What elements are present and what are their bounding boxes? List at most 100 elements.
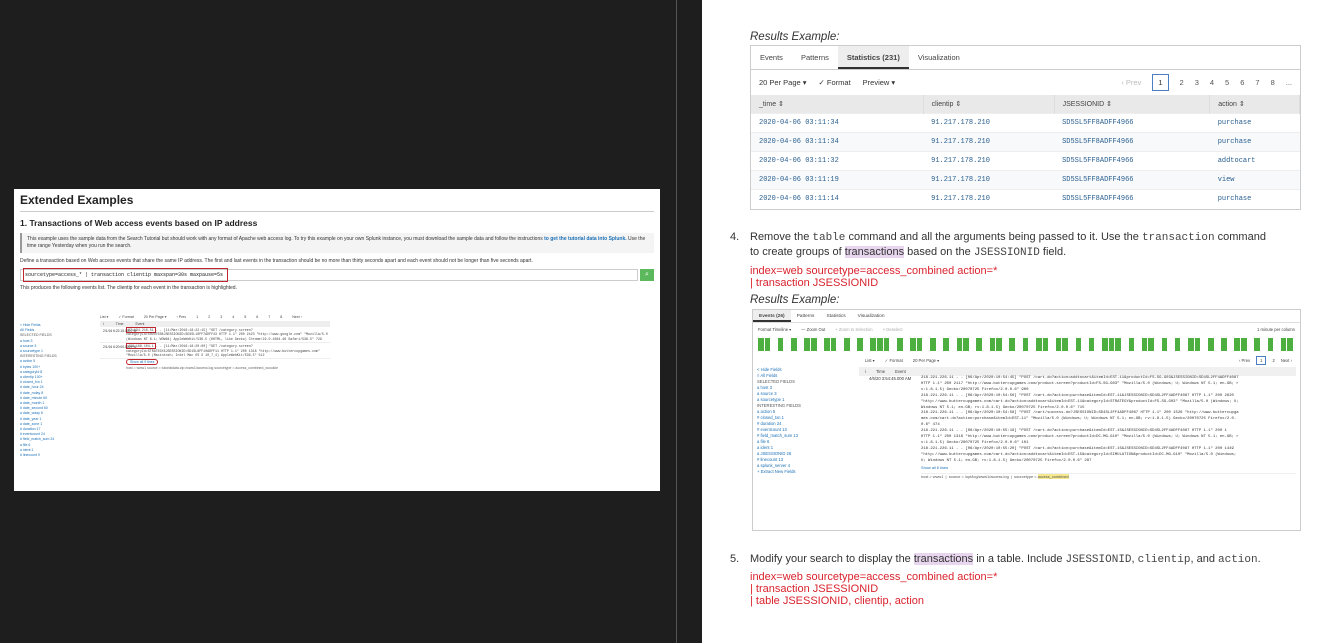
pager-item[interactable]: Next ›: [1281, 358, 1292, 363]
timeline-bar[interactable]: [963, 338, 969, 351]
timeline-bar[interactable]: [996, 338, 1002, 351]
timeline-bar[interactable]: [877, 338, 883, 351]
events-tab[interactable]: Patterns: [791, 310, 821, 322]
tab-statistics[interactable]: Statistics (231): [837, 46, 909, 69]
show-all-lines-2[interactable]: Show all 6 lines: [921, 465, 1296, 471]
timeline-bar[interactable]: [1174, 338, 1181, 351]
timeline-bar[interactable]: [896, 338, 903, 351]
format-button[interactable]: ✓ Format: [819, 78, 851, 87]
timeline-bar[interactable]: [758, 338, 764, 351]
timeline-bar[interactable]: [764, 338, 771, 351]
timeline-bar[interactable]: [1194, 338, 1201, 351]
events-toolbar-item[interactable]: ✓ Format: [118, 315, 133, 319]
timeline-control[interactable]: Format Timeline ▾: [758, 327, 791, 332]
pager-item[interactable]: 5: [1225, 78, 1229, 87]
events-toolbar-item[interactable]: 7: [268, 315, 270, 319]
timeline-chart[interactable]: [758, 335, 1295, 353]
preview-dropdown[interactable]: Preview ▾: [863, 78, 896, 87]
timeline-control[interactable]: 1 minute per column: [1257, 327, 1295, 332]
timeline-bar[interactable]: [1009, 338, 1016, 351]
events-toolbar-item[interactable]: 6: [256, 315, 258, 319]
timeline-bar[interactable]: [956, 338, 963, 351]
timeline-control[interactable]: — Zoom Out: [801, 327, 825, 332]
pager-item[interactable]: 2: [1180, 78, 1184, 87]
events-toolbar-item[interactable]: 2: [208, 315, 210, 319]
timeline-bar[interactable]: [824, 338, 830, 351]
pager-item[interactable]: ‹ Prev: [1239, 358, 1250, 363]
timeline-bar[interactable]: [1241, 338, 1247, 351]
timeline-bar[interactable]: [1055, 338, 1062, 351]
events-toolbar-item[interactable]: 20 Per Page ▾: [913, 358, 940, 363]
timeline-bar[interactable]: [943, 338, 949, 351]
timeline-bar[interactable]: [857, 338, 863, 351]
per-page-dropdown[interactable]: 20 Per Page ▾: [759, 78, 807, 87]
meta-host[interactable]: host = www1: [921, 474, 943, 479]
timeline-bar[interactable]: [1287, 338, 1293, 351]
timeline-bar[interactable]: [777, 338, 784, 351]
timeline-bar[interactable]: [1188, 338, 1194, 351]
timeline-bar[interactable]: [883, 338, 890, 351]
events-toolbar-item[interactable]: 3: [220, 315, 222, 319]
events-tab[interactable]: Visualization: [852, 310, 891, 322]
pager-item[interactable]: 1: [1152, 74, 1169, 91]
timeline-bar[interactable]: [1088, 338, 1095, 351]
timeline-bar[interactable]: [1035, 338, 1042, 351]
pager-item[interactable]: 6: [1240, 78, 1244, 87]
timeline-bar[interactable]: [930, 338, 936, 351]
timeline-bar[interactable]: [1128, 338, 1135, 351]
events-toolbar-item[interactable]: ‹ Prev: [177, 315, 187, 319]
pager-item[interactable]: 3: [1195, 78, 1199, 87]
meta-source[interactable]: source = /opt/log/www1/access.log: [949, 474, 1009, 479]
events-toolbar-item[interactable]: 20 Per Page ▾: [144, 315, 167, 319]
events-toolbar-item[interactable]: 5: [244, 315, 246, 319]
timeline-bar[interactable]: [1115, 338, 1121, 351]
timeline-bar[interactable]: [989, 338, 996, 351]
timeline-bar[interactable]: [1161, 338, 1168, 351]
pager-item[interactable]: 2: [1272, 358, 1274, 363]
timeline-bar[interactable]: [810, 338, 817, 351]
meta-sourcetype[interactable]: access_combined: [1037, 473, 1069, 479]
tab-visualization[interactable]: Visualization: [909, 46, 969, 69]
timeline-bar[interactable]: [1022, 338, 1029, 351]
timeline-bar[interactable]: [1207, 338, 1214, 351]
pager-item[interactable]: 1: [1256, 355, 1267, 365]
events-toolbar-item[interactable]: List ▾: [100, 315, 108, 319]
pager-item[interactable]: ‹ Prev: [1121, 78, 1141, 87]
events-tab[interactable]: Statistics: [820, 310, 851, 322]
events-toolbar-item[interactable]: List ▾: [865, 358, 875, 363]
search-input[interactable]: sourcetype=access_* | transaction client…: [20, 268, 638, 282]
timeline-bar[interactable]: [844, 338, 850, 351]
timeline-control[interactable]: × Deselect: [883, 327, 903, 332]
column-header[interactable]: clientip ⇕: [923, 95, 1055, 113]
timeline-bar[interactable]: [1042, 338, 1049, 351]
column-header[interactable]: JSESSIONID ⇕: [1054, 95, 1211, 113]
events-toolbar-item[interactable]: 8: [280, 315, 282, 319]
events-toolbar-item[interactable]: ✓ Format: [885, 358, 903, 363]
events-toolbar-item[interactable]: 4: [232, 315, 234, 319]
timeline-bar[interactable]: [1234, 338, 1241, 351]
timeline-bar[interactable]: [1221, 338, 1227, 351]
timeline-bar[interactable]: [1254, 338, 1260, 351]
search-button[interactable]: ⌕: [640, 269, 654, 281]
timeline-bar[interactable]: [1280, 338, 1287, 351]
timeline-bar[interactable]: [1062, 338, 1068, 351]
tutorial-link[interactable]: to get the tutorial data into Splunk.: [544, 236, 627, 242]
pager-item[interactable]: 4: [1210, 78, 1214, 87]
timeline-control[interactable]: + Zoom to Selection: [835, 327, 872, 332]
events-tab[interactable]: Events (26): [753, 310, 791, 322]
timeline-bar[interactable]: [1141, 338, 1148, 351]
pager-item[interactable]: 7: [1255, 78, 1259, 87]
timeline-bar[interactable]: [870, 338, 877, 351]
pager-item[interactable]: ...: [1286, 78, 1292, 87]
timeline-bar[interactable]: [804, 338, 810, 351]
column-header[interactable]: action ⇕: [1209, 95, 1300, 113]
timeline-bar[interactable]: [1108, 338, 1115, 351]
timeline-bar[interactable]: [1075, 338, 1082, 351]
pager-item[interactable]: 8: [1271, 78, 1275, 87]
timeline-bar[interactable]: [916, 338, 923, 351]
events-toolbar-item[interactable]: Next ›: [292, 315, 302, 319]
timeline-bar[interactable]: [1267, 338, 1274, 351]
events-toolbar-item[interactable]: 1: [196, 315, 198, 319]
tab-events[interactable]: Events: [751, 46, 792, 69]
timeline-bar[interactable]: [830, 338, 837, 351]
